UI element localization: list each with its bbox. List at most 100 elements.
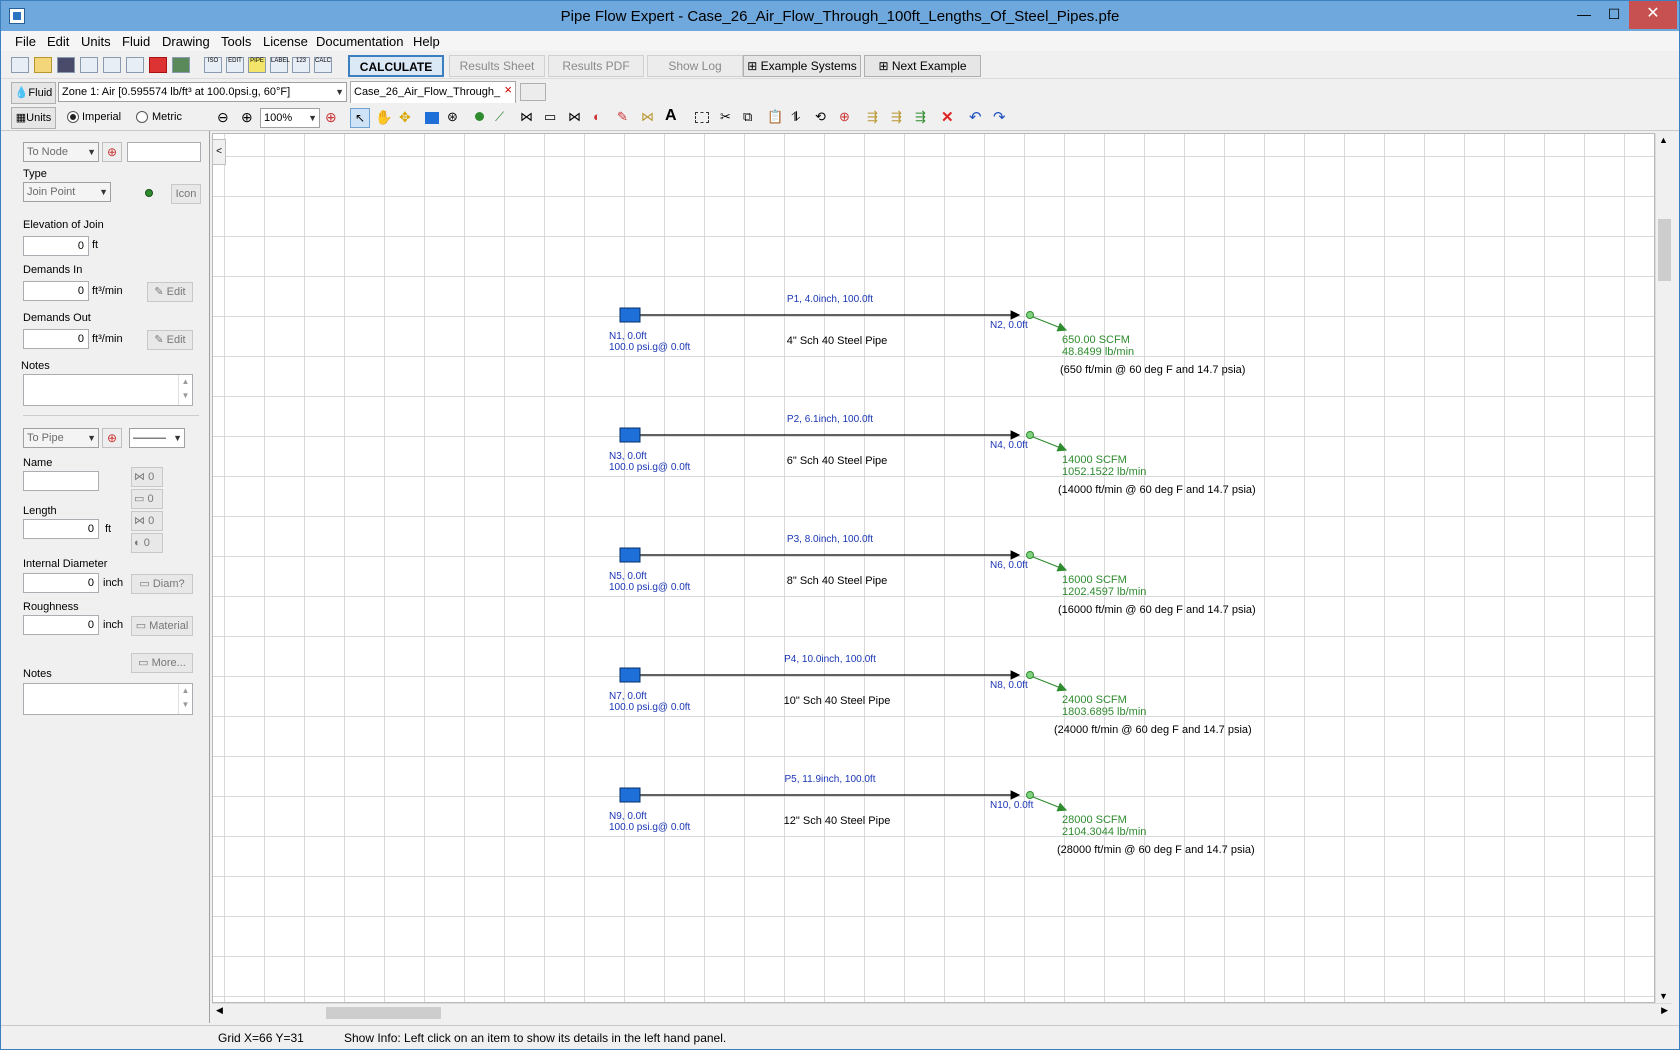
tank-icon[interactable] [619,547,641,563]
components-count-button[interactable]: ▭ 0 [131,489,163,509]
zoom-fit-icon[interactable]: ⊕ [325,109,337,126]
tank-tool-icon[interactable] [425,112,439,124]
distribute-icon[interactable]: ⇶ [915,109,926,125]
menu-help[interactable]: Help [413,34,440,49]
menu-edit[interactable]: Edit [47,34,69,49]
open-folder-icon[interactable] [34,57,52,73]
demands-in-field[interactable]: 0 [23,281,89,301]
scroll-left-icon[interactable]: ◀ [216,1005,223,1016]
valve-tool-icon[interactable]: ⋈ [520,109,533,125]
check-valve-icon[interactable]: ◐ [593,109,601,124]
tank-icon[interactable] [619,427,641,443]
metric-radio[interactable] [136,111,148,123]
example-systems-button[interactable]: ⊞ Example Systems [743,55,861,77]
zoom-in-icon[interactable]: ⊕ [241,109,253,126]
select-pointer-icon[interactable]: ↖ [350,108,370,128]
menu-file[interactable]: File [15,34,36,49]
demands-out-edit-button[interactable]: ✎ Edit [147,330,193,350]
pan-hand-icon[interactable]: ✋ [375,109,392,126]
node-select[interactable]: To Node ▼ [23,142,99,162]
rotate-icon[interactable]: ⟲ [815,109,826,125]
select-rect-icon[interactable] [695,112,709,123]
roughness-field[interactable]: 0 [23,615,99,635]
tab-case-26[interactable]: Case_26_Air_Flow_Through_ × [350,81,516,103]
join-node-icon[interactable] [1026,671,1034,679]
node-type-select[interactable]: Join Point ▼ [23,182,111,202]
pipe-icon[interactable]: PIPE [248,57,266,73]
minimize-button[interactable]: — [1567,1,1601,29]
pipe-pick-icon[interactable]: ⊕ [102,428,122,448]
scroll-right-icon[interactable]: ▶ [1661,1005,1668,1016]
redo-icon[interactable]: ↷ [993,108,1006,126]
tank-icon[interactable] [619,787,641,803]
drawing-canvas[interactable]: P1, 4.0inch, 100.0ft 4" Sch 40 Steel Pipe… [212,133,1655,1003]
undo-icon[interactable]: ↶ [969,108,982,126]
iso-icon[interactable]: ISO [204,57,222,73]
join-node-icon[interactable] [1026,311,1034,319]
diam-button[interactable]: ▭ Diam? [131,574,193,594]
node-pick-icon[interactable]: ⊕ [102,142,122,162]
relief-valve-icon[interactable]: ⋈ [641,109,654,125]
demands-in-edit-button[interactable]: ✎ Edit [147,282,193,302]
tank-icon[interactable] [619,667,641,683]
results-pdf-button[interactable]: Results PDF [548,55,644,77]
demand-arrow-icon[interactable] [1032,796,1068,812]
label-icon[interactable]: LABEL [270,57,290,73]
menu-drawing[interactable]: Drawing [162,34,210,49]
horizontal-scroll-thumb[interactable] [326,1007,441,1019]
next-example-button[interactable]: ⊞ Next Example [864,55,981,77]
flip-icon[interactable]: ⥮ [791,109,800,125]
tank-icon[interactable] [619,307,641,323]
node-notes-field[interactable]: ▲ ▼ [23,374,193,406]
edit-icon[interactable]: EDIT [226,57,244,73]
maximize-button[interactable]: ☐ [1597,1,1631,29]
menu-documentation[interactable]: Documentation [316,34,403,49]
pdf-icon[interactable] [149,57,167,73]
text-tool-icon[interactable]: A [665,107,677,125]
component-tool-icon[interactable]: ▭ [544,109,556,125]
delete-icon[interactable]: ✕ [941,108,954,126]
demand-arrow-icon[interactable] [1032,676,1068,692]
more-button[interactable]: ▭ More... [131,653,193,673]
image-export-icon[interactable] [172,57,190,73]
notes-scrollbar[interactable]: ▲ ▼ [178,375,192,405]
calc-icon[interactable]: CALC [314,57,332,73]
new-file-icon[interactable] [11,57,29,73]
panel-splitter[interactable] [209,131,210,1023]
save-icon[interactable] [57,57,75,73]
menu-fluid[interactable]: Fluid [122,34,150,49]
pipe-name-field[interactable] [23,471,99,491]
email-icon[interactable] [80,57,98,73]
vertical-scroll-thumb[interactable] [1658,219,1671,281]
results-sheet-button[interactable]: Results Sheet [449,55,545,77]
zoom-out-icon[interactable]: ⊖ [217,109,229,126]
align-center-icon[interactable]: ⇶ [891,109,902,125]
new-tab-icon[interactable] [520,83,546,101]
scroll-up-icon[interactable]: ▲ [1659,135,1668,145]
pipe-notes-field[interactable]: ▲ ▼ [23,683,193,715]
join-node-icon[interactable] [1026,551,1034,559]
control-valves-count-button[interactable]: ⋈ 0 [131,511,163,531]
fluid-zone-select[interactable]: Zone 1: Air [0.595574 lb/ft³ at 100.0psi… [58,82,347,102]
line-style-select[interactable]: ——— ▼ [129,428,185,448]
control-valve-icon[interactable]: ⋈ [568,109,581,125]
number-icon[interactable]: 123 [292,57,310,73]
units-button[interactable]: ▦Units [11,107,56,129]
menu-tools[interactable]: Tools [221,34,251,49]
join-node-icon[interactable] [1026,431,1034,439]
vertical-scrollbar[interactable]: ▲ ▼ [1655,133,1672,1003]
fluid-button[interactable]: 💧Fluid [11,82,56,104]
paste-icon[interactable]: 📋 [767,109,783,125]
close-button[interactable]: ✕ [1629,1,1677,29]
pumps-count-button[interactable]: ◐ 0 [131,533,163,553]
material-button[interactable]: ▭ Material [131,616,193,636]
elevation-field[interactable]: 0 [23,236,89,256]
notes-scrollbar[interactable]: ▲ ▼ [178,684,192,714]
menu-license[interactable]: License [263,34,308,49]
pump-tool-icon[interactable]: ⊛ [447,109,458,125]
imperial-radio[interactable] [67,111,79,123]
demand-arrow-icon[interactable] [1032,556,1068,572]
demand-arrow-icon[interactable] [1032,316,1068,332]
horizontal-scrollbar[interactable]: ◀ ▶ [212,1003,1672,1020]
join-node-icon[interactable] [1026,791,1034,799]
